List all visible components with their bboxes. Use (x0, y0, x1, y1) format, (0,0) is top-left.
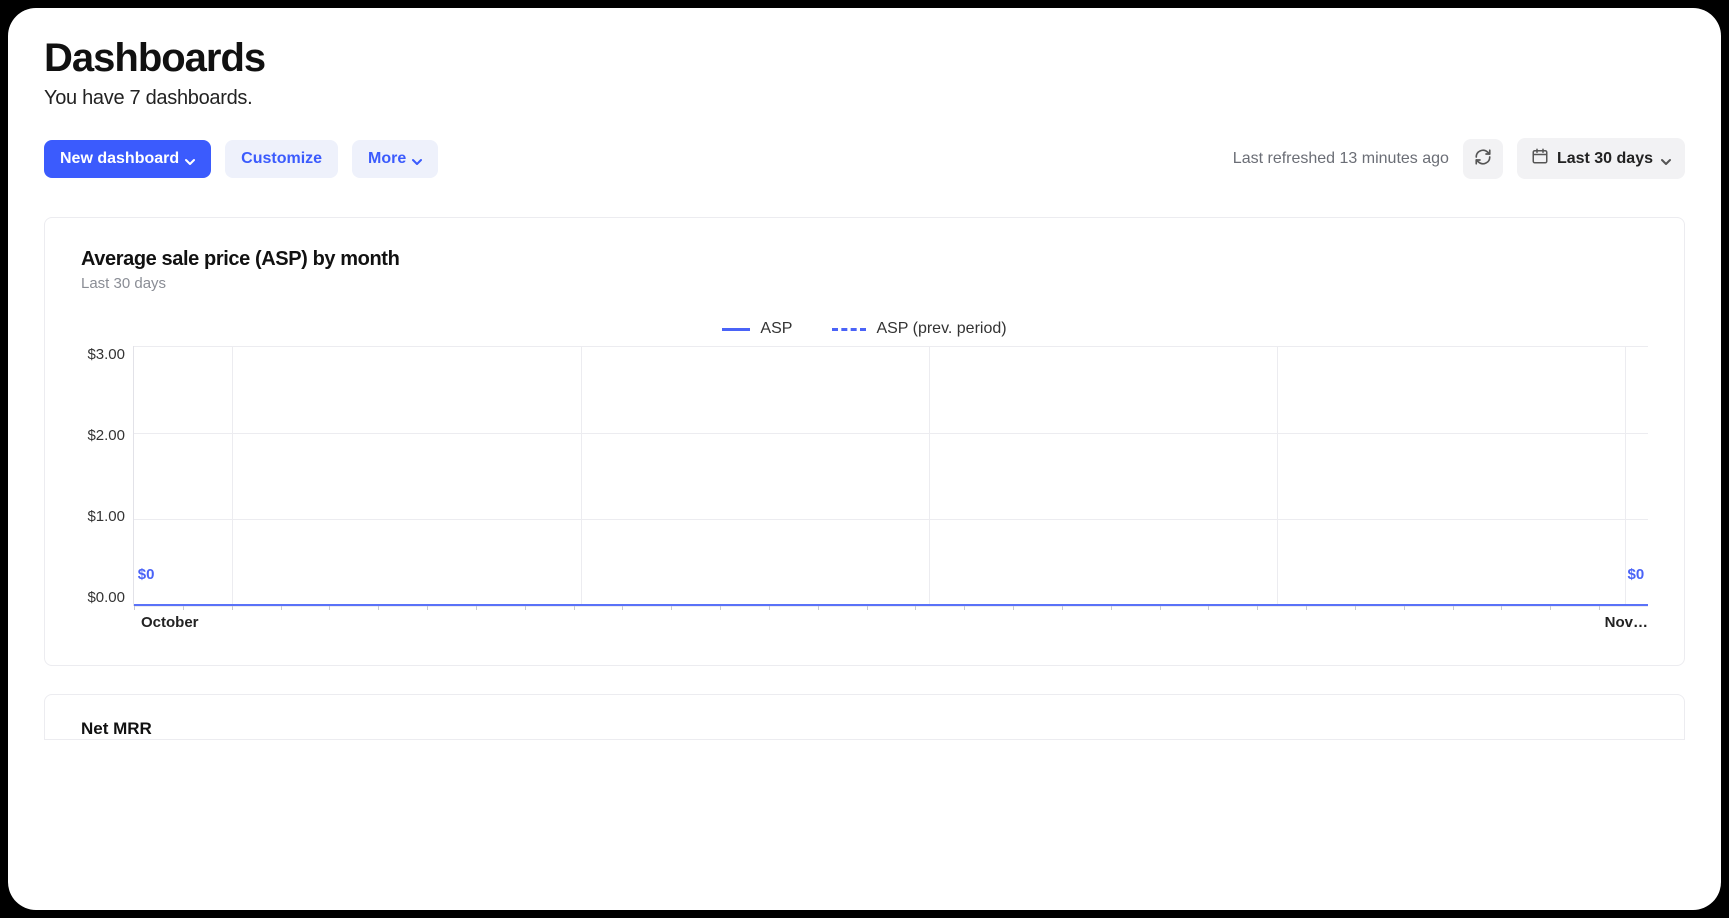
plot-area[interactable]: $0 $0 (133, 346, 1648, 606)
new-dashboard-button[interactable]: New dashboard (44, 140, 211, 178)
calendar-icon (1531, 147, 1549, 170)
data-point-label-end: $0 (1628, 566, 1645, 583)
refresh-icon (1474, 148, 1492, 169)
card-asp-subtitle: Last 30 days (81, 275, 1648, 292)
data-point-label-start: $0 (138, 566, 155, 583)
date-range-label: Last 30 days (1557, 150, 1653, 168)
date-range-button[interactable]: Last 30 days (1517, 138, 1685, 179)
chevron-down-icon (185, 154, 195, 164)
card-net-mrr: Net MRR (44, 694, 1685, 740)
legend-prev-label: ASP (prev. period) (876, 320, 1006, 338)
y-tick: $3.00 (87, 346, 125, 363)
refresh-button[interactable] (1463, 139, 1503, 179)
last-refreshed-text: Last refreshed 13 minutes ago (1233, 150, 1449, 168)
legend-asp-label: ASP (760, 320, 792, 338)
legend-swatch-solid (722, 328, 750, 331)
y-axis: $3.00 $2.00 $1.00 $0.00 (81, 346, 133, 606)
chevron-down-icon (1661, 154, 1671, 164)
customize-label: Customize (241, 150, 322, 168)
y-tick: $2.00 (87, 427, 125, 444)
legend-item-asp-prev[interactable]: ASP (prev. period) (832, 320, 1006, 338)
x-tick-end: Nov… (1605, 614, 1648, 631)
series-line-asp (134, 604, 1648, 606)
card-net-mrr-title: Net MRR (81, 719, 1648, 739)
new-dashboard-label: New dashboard (60, 150, 179, 168)
chart-legend: ASP ASP (prev. period) (81, 320, 1648, 338)
more-label: More (368, 150, 406, 168)
app-window: Dashboards You have 7 dashboards. New da… (8, 8, 1721, 910)
y-tick: $1.00 (87, 508, 125, 525)
page-title: Dashboards (44, 36, 1685, 81)
chevron-down-icon (412, 154, 422, 164)
legend-swatch-dashed (832, 328, 866, 331)
page-subtitle: You have 7 dashboards. (44, 87, 1685, 110)
y-tick: $0.00 (87, 589, 125, 606)
toolbar: New dashboard Customize More Last refres… (44, 138, 1685, 179)
x-tick-start: October (141, 614, 199, 631)
chart-area: $3.00 $2.00 $1.00 $0.00 $0 $0 (81, 346, 1648, 606)
card-asp-title: Average sale price (ASP) by month (81, 248, 1648, 271)
legend-item-asp[interactable]: ASP (722, 320, 792, 338)
customize-button[interactable]: Customize (225, 140, 338, 178)
card-asp: Average sale price (ASP) by month Last 3… (44, 217, 1685, 666)
x-axis: October Nov… (141, 614, 1648, 631)
more-button[interactable]: More (352, 140, 438, 178)
